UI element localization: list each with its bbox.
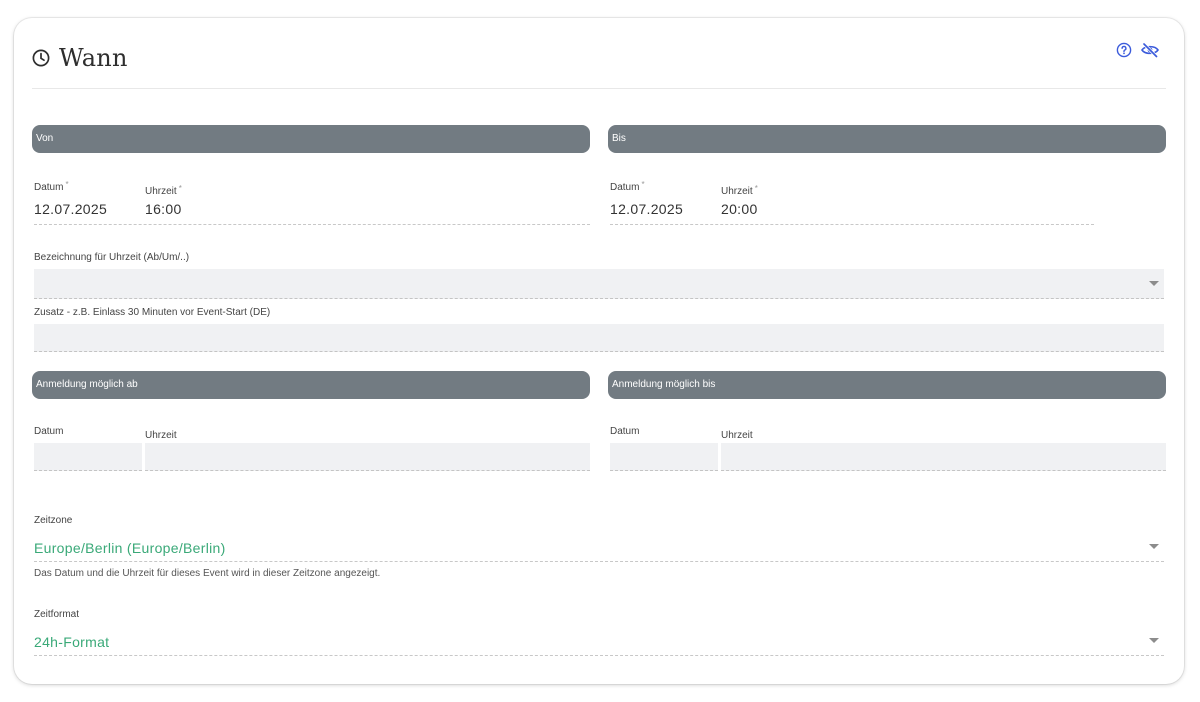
zeitformat-select[interactable]: 24h-Format [34, 628, 1164, 656]
bezeichnung-label: Bezeichnung für Uhrzeit (Ab/Um/..) [34, 252, 190, 263]
section-von-label: Von [36, 133, 54, 144]
bis-underline [610, 224, 1094, 225]
eye-off-icon[interactable] [1140, 42, 1160, 59]
anmeldung-ab-date-input[interactable] [34, 443, 142, 471]
section-anmeldung-ab: Anmeldung möglich ab [32, 371, 590, 399]
section-anmeldung-bis-label: Anmeldung möglich bis [612, 379, 716, 390]
section-anmeldung-ab-label: Anmeldung möglich ab [36, 379, 138, 390]
section-bis: Bis [608, 125, 1166, 153]
von-underline [34, 224, 590, 225]
card-header: Wann [32, 44, 128, 72]
anmeldung-ab-time-label: Uhrzeit [145, 430, 177, 441]
anmeldung-ab-time-input[interactable] [145, 443, 590, 471]
chevron-down-icon [1149, 638, 1159, 643]
zeitzone-value: Europe/Berlin (Europe/Berlin) [34, 540, 226, 556]
anmeldung-ab-date-label: Datum [34, 426, 64, 437]
section-von: Von [32, 125, 590, 153]
von-date-label: Datum * [34, 180, 69, 193]
zeitformat-value: 24h-Format [34, 634, 110, 650]
anmeldung-bis-time-input[interactable] [721, 443, 1166, 471]
anmeldung-bis-date-input[interactable] [610, 443, 718, 471]
zeitzone-hint: Das Datum und die Uhrzeit für dieses Eve… [34, 568, 381, 579]
header-divider [32, 88, 1166, 89]
von-time-label: Uhrzeit * [145, 184, 182, 197]
von-time-input[interactable]: 16:00 [145, 201, 182, 217]
help-circle-icon[interactable] [1116, 42, 1132, 58]
bis-time-input[interactable]: 20:00 [721, 201, 758, 217]
anmeldung-bis-time-label: Uhrzeit [721, 430, 753, 441]
zeitformat-label: Zeitformat [34, 609, 80, 620]
bis-date-label: Datum * [610, 180, 645, 193]
section-anmeldung-bis: Anmeldung möglich bis [608, 371, 1166, 399]
zusatz-label: Zusatz - z.B. Einlass 30 Minuten vor Eve… [34, 307, 271, 318]
zeitformat-underline [34, 655, 1164, 656]
bis-time-label: Uhrzeit * [721, 184, 758, 197]
chevron-down-icon [1149, 544, 1159, 549]
zusatz-input[interactable] [34, 324, 1164, 352]
bis-date-input[interactable]: 12.07.2025 [610, 201, 683, 217]
card-actions [1116, 42, 1160, 59]
card-title: Wann [59, 44, 128, 72]
zeitzone-label: Zeitzone [34, 515, 73, 526]
section-bis-label: Bis [612, 133, 626, 144]
von-date-input[interactable]: 12.07.2025 [34, 201, 107, 217]
anmeldung-bis-date-label: Datum [610, 426, 640, 437]
bezeichnung-select[interactable] [34, 269, 1164, 299]
zeitzone-select[interactable]: Europe/Berlin (Europe/Berlin) [34, 534, 1164, 562]
clock-icon [32, 49, 50, 67]
zeitzone-underline [34, 561, 1164, 562]
chevron-down-icon [1149, 281, 1159, 286]
wann-card: Wann Von Bis Datum * Uhrzeit * 12.07.202… [14, 18, 1184, 684]
